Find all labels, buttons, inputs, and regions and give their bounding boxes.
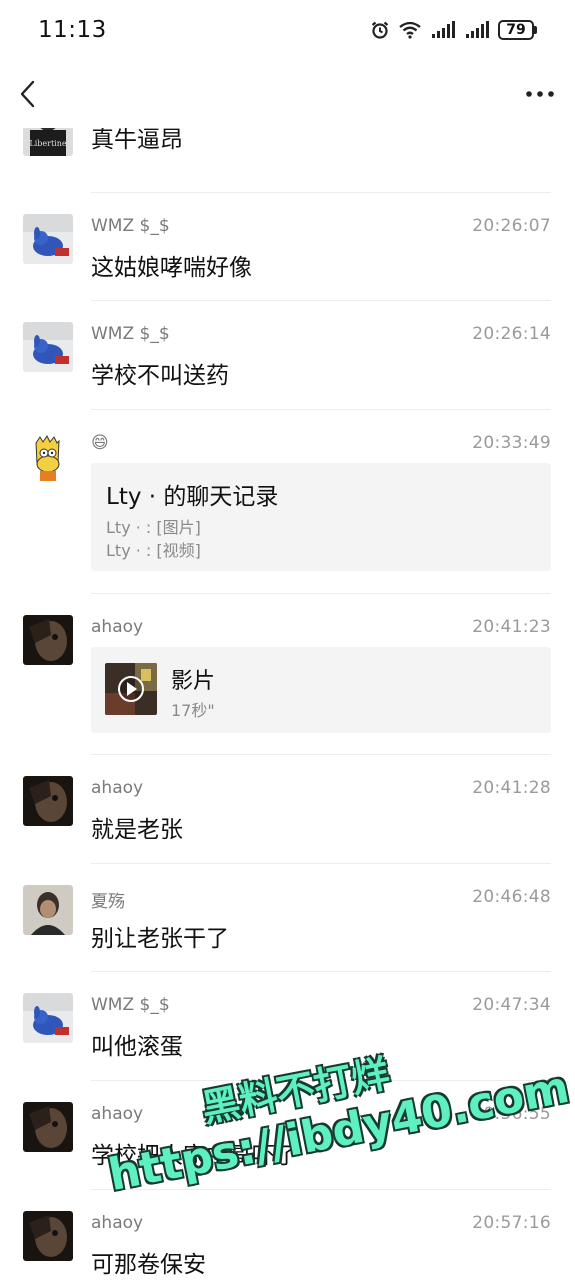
message-time: 20:41:23 <box>472 617 551 637</box>
message-row: 夏殇 20:46:48 别让老张干了 <box>0 863 575 971</box>
message-time: 20:33:49 <box>472 433 551 453</box>
battery-indicator: 79 <box>498 20 537 40</box>
message-time: 20:47:34 <box>472 995 551 1015</box>
avatar[interactable] <box>23 615 73 665</box>
message-text: 别让老张干了 <box>91 926 229 952</box>
sender-name: ahaoy <box>91 617 144 637</box>
message-text: 可那卷保安 <box>91 1252 206 1278</box>
chat-record-line: Lty · : [视频] <box>106 541 201 560</box>
battery-level: 79 <box>498 20 534 40</box>
avatar[interactable]: Libertine <box>23 128 73 156</box>
wifi-icon <box>399 21 421 39</box>
chat-record-title: Lty · 的聊天记录 <box>106 484 279 510</box>
alarm-icon <box>371 21 389 39</box>
chat-record-line: Lty · : [图片] <box>106 518 201 537</box>
signal-icon <box>432 21 455 38</box>
nav-bar <box>0 60 575 128</box>
signal-icon <box>466 21 489 38</box>
message-row: WMZ $_$ 20:26:07 这姑娘哮喘好像 <box>0 192 575 300</box>
more-dots-icon <box>526 91 554 97</box>
message-time: 20:57:16 <box>472 1213 551 1233</box>
avatar[interactable] <box>23 993 73 1043</box>
message-time: 20:26:14 <box>472 324 551 344</box>
message-row: 😄 20:33:49 Lty · 的聊天记录 Lty · : [图片] Lty … <box>0 409 575 593</box>
message-text: 学校把人家中哥吓了 <box>91 1143 298 1169</box>
sender-name: ahaoy <box>91 778 144 798</box>
status-time: 11:13 <box>38 17 107 43</box>
battery-tip <box>534 26 537 34</box>
avatar[interactable] <box>23 214 73 264</box>
back-button[interactable] <box>18 79 42 109</box>
video-title: 影片 <box>171 669 216 694</box>
status-bar: 11:13 79 <box>0 0 575 60</box>
message-text: 真牛逼昂 <box>91 128 183 153</box>
sender-name: WMZ $_$ <box>91 995 170 1015</box>
avatar[interactable] <box>23 433 73 483</box>
message-row: ahaoy 20:41:23 影片 17秒" <box>0 593 575 754</box>
message-row: WMZ $_$ 20:26:14 学校不叫送药 <box>0 300 575 409</box>
message-text: 学校不叫送药 <box>91 363 229 389</box>
video-duration: 17秒" <box>171 701 215 720</box>
video-thumbnail <box>105 663 157 715</box>
sender-name: WMZ $_$ <box>91 216 170 236</box>
chevron-left-icon <box>20 80 35 108</box>
message-text: 就是老张 <box>91 817 183 843</box>
chat-record-card[interactable]: Lty · 的聊天记录 Lty · : [图片] Lty · : [视频] <box>91 463 551 571</box>
sender-name: 夏殇 <box>91 892 125 912</box>
chat-record-list[interactable]: Libertine 真牛逼昂 WMZ $_$ 20:26:07 这姑娘哮喘好像 <box>0 128 575 1280</box>
message-time: 20:46:48 <box>472 887 551 907</box>
message-time: 20:56:55 <box>472 1104 551 1124</box>
message-time: 20:26:07 <box>472 216 551 236</box>
message-text: 叫他滚蛋 <box>91 1034 183 1060</box>
message-text: 这姑娘哮喘好像 <box>91 255 252 281</box>
video-card[interactable]: 影片 17秒" <box>91 647 551 733</box>
message-row: Libertine 真牛逼昂 <box>0 128 575 192</box>
sender-emoji: 😄 <box>91 433 109 453</box>
avatar[interactable] <box>23 1102 73 1152</box>
message-row: WMZ $_$ 20:47:34 叫他滚蛋 <box>0 971 575 1080</box>
avatar[interactable] <box>23 322 73 372</box>
status-icons: 79 <box>370 20 537 40</box>
message-row: ahaoy 20:57:16 可那卷保安 <box>0 1189 575 1280</box>
more-button[interactable] <box>523 84 557 104</box>
message-row: ahaoy 20:56:55 学校把人家中哥吓了 <box>0 1080 575 1189</box>
svg-text:Libertine: Libertine <box>29 139 66 148</box>
message-row: ahaoy 20:41:28 就是老张 <box>0 754 575 863</box>
sender-name: ahaoy <box>91 1104 144 1124</box>
avatar[interactable] <box>23 1211 73 1261</box>
avatar[interactable] <box>23 885 73 935</box>
avatar[interactable] <box>23 776 73 826</box>
sender-name: WMZ $_$ <box>91 324 170 344</box>
message-time: 20:41:28 <box>472 778 551 798</box>
sender-name: ahaoy <box>91 1213 144 1233</box>
